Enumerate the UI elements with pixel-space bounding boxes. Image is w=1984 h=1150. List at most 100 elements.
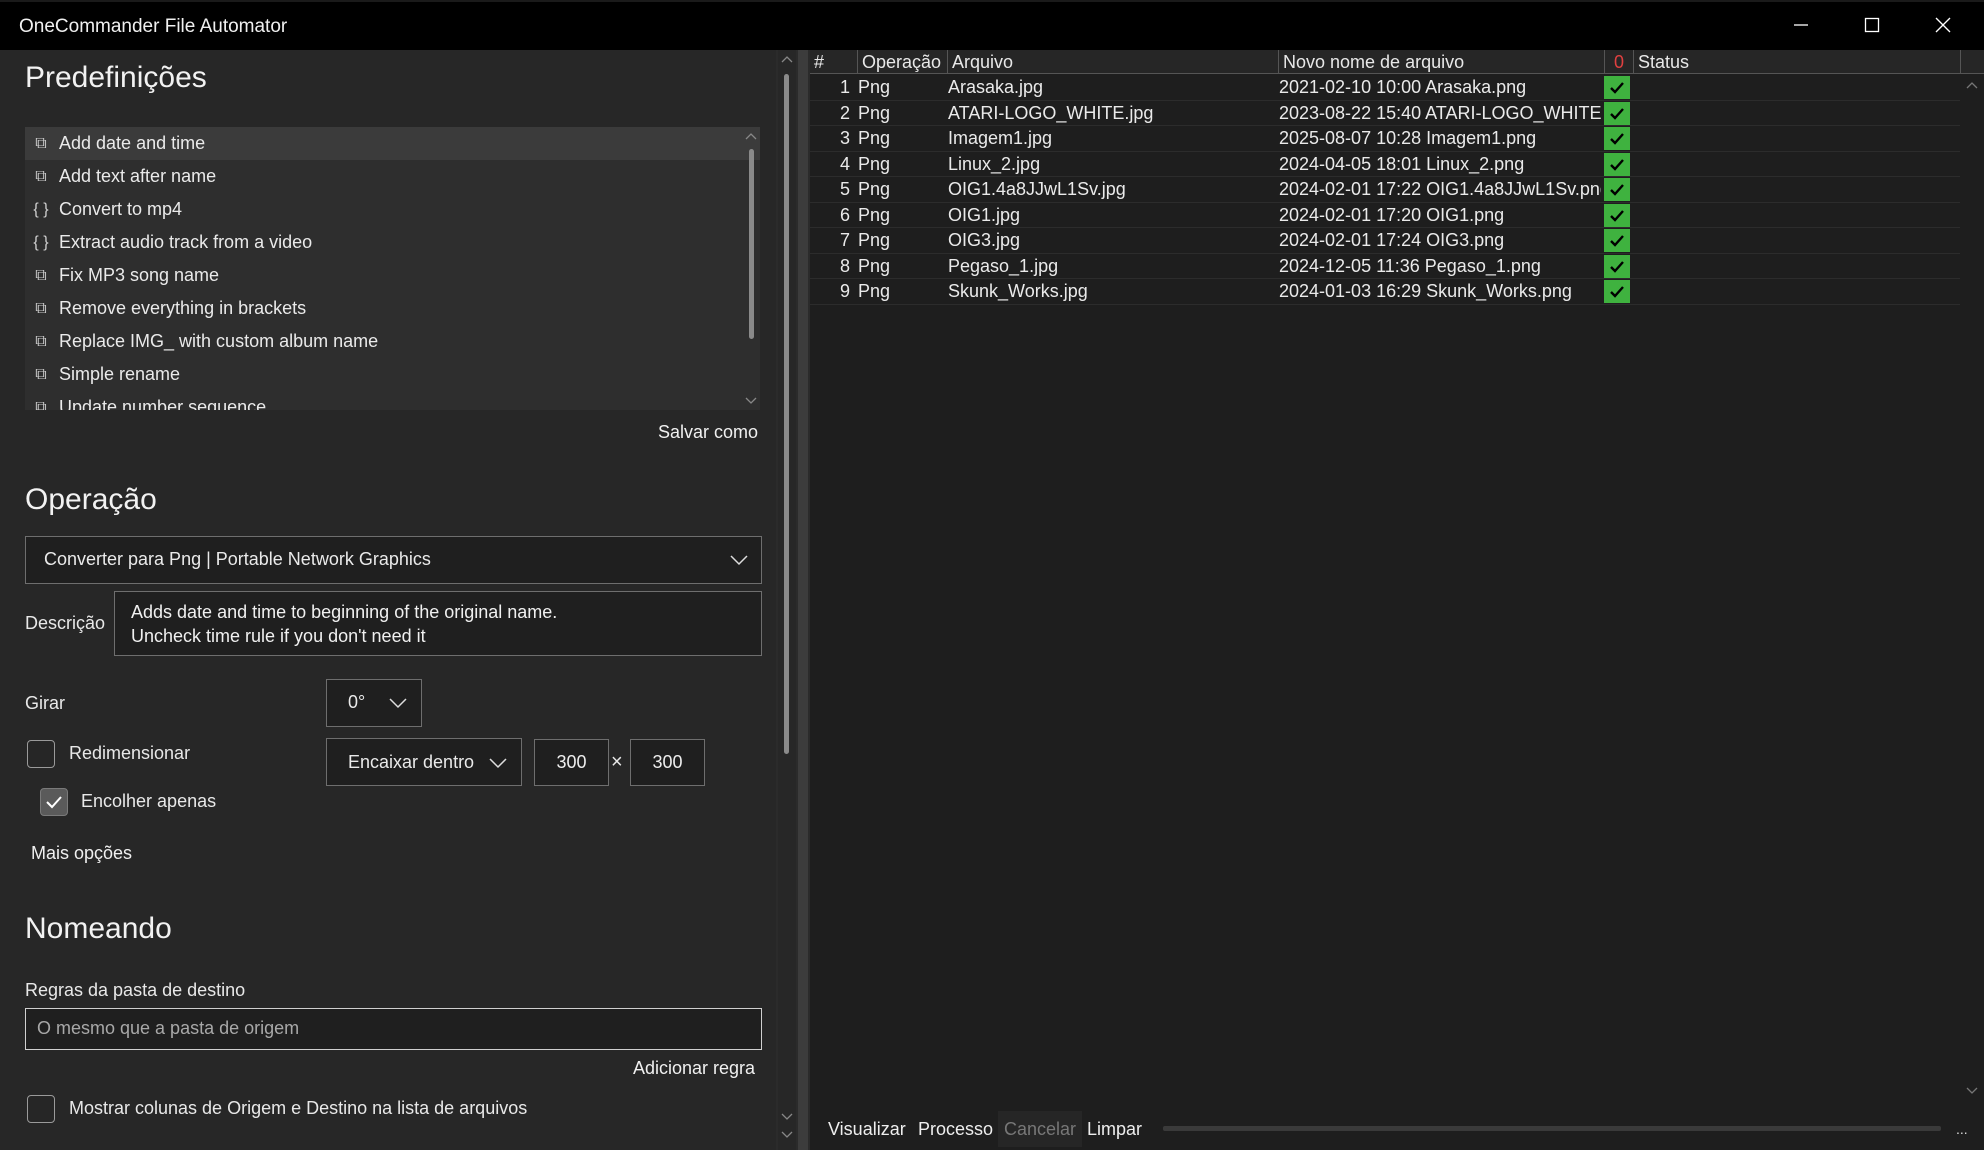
table-row[interactable]: 4 Png Linux_2.jpg 2024-04-05 18:01 Linux_2.… <box>810 152 1960 177</box>
dest-folder-input[interactable]: O mesmo que a pasta de origem <box>25 1008 762 1050</box>
status-ok-badge <box>1604 101 1630 125</box>
scroll-up-icon[interactable] <box>745 131 757 141</box>
row-number: 7 <box>839 230 850 250</box>
table-row[interactable]: 5 Png OIG1.4a8JJwL1Sv.jpg 2024-02-01 17:22 … <box>810 177 1960 203</box>
close-icon <box>1935 17 1950 33</box>
preset-item[interactable]: ⧉ Replace IMG_ with custom album name <box>25 325 760 358</box>
height-input[interactable]: 300 <box>630 739 705 786</box>
preview-button[interactable]: Visualizar <box>822 1111 912 1147</box>
table-row[interactable]: 1 Png Arasaka.jpg 2021-02-10 10:00 Arasaka.… <box>810 75 1960 101</box>
settings-scrollbar[interactable] <box>778 50 796 1150</box>
row-file-name: OIG1.4a8JJwL1Sv.jpg <box>948 179 1126 199</box>
table-row[interactable]: 7 Png OIG3.jpg 2024-02-01 17:24 OIG3.png <box>810 228 1960 254</box>
row-file-name: OIG3.jpg <box>948 230 1021 250</box>
status-ok-badge <box>1604 127 1630 150</box>
preset-label: Add date and time <box>59 133 206 153</box>
save-as-button[interactable]: Salvar como <box>658 422 758 443</box>
status-ok-badge <box>1604 254 1630 278</box>
more-button[interactable]: ... <box>1950 1111 1974 1147</box>
presets-scrollbar-thumb[interactable] <box>749 149 754 339</box>
rotate-label: Girar <box>25 693 65 713</box>
clear-button[interactable]: Limpar <box>1081 1111 1148 1147</box>
scroll-up-icon[interactable] <box>781 54 793 64</box>
row-new-name: 2024-04-05 18:01 Linux_2.png <box>1279 153 1525 174</box>
settings-scrollbar-thumb[interactable] <box>784 74 789 754</box>
scroll-down-icon[interactable] <box>781 1130 793 1140</box>
shrink-only-checkbox[interactable] <box>40 788 68 816</box>
more-options-button[interactable]: Mais opções <box>31 843 132 864</box>
description-box: Adds date and time to beginning of the o… <box>114 591 762 656</box>
operation-select-value: Converter para Png | Portable Network Gr… <box>44 549 431 569</box>
table-row[interactable]: 6 Png OIG1.jpg 2024-02-01 17:20 OIG1.png <box>810 203 1960 228</box>
row-new-name: 2024-01-03 16:29 Skunk_Works.png <box>1279 281 1572 301</box>
scroll-down-icon[interactable] <box>781 1112 793 1122</box>
rename-icon: ⧉ <box>35 332 47 350</box>
status-ok-badge <box>1604 280 1630 303</box>
process-button[interactable]: Processo <box>912 1111 999 1147</box>
checkmark-icon <box>1610 82 1624 94</box>
show-columns-checkbox[interactable] <box>27 1095 55 1123</box>
description-line-2: Uncheck time rule if you don't need it <box>131 626 426 646</box>
window-title: OneCommander File Automator <box>19 16 288 37</box>
rename-icon: ⧉ <box>35 266 47 284</box>
preset-item[interactable]: ⧉ Remove everything in brackets <box>25 292 760 325</box>
scroll-up-icon[interactable] <box>1966 80 1978 90</box>
preset-item[interactable]: ⧉ Fix MP3 song name <box>25 259 760 292</box>
table-row[interactable]: 8 Png Pegaso_1.jpg 2024-12-05 11:36 Pegaso_… <box>810 254 1960 279</box>
fit-mode-select[interactable]: Encaixar dentro <box>326 738 522 786</box>
row-number: 9 <box>839 281 850 301</box>
preset-item[interactable]: ⧉ Add date and time <box>25 127 760 160</box>
show-columns-label: Mostrar colunas de Origem e Destino na l… <box>69 1098 528 1118</box>
resize-checkbox[interactable] <box>27 740 55 768</box>
header-error-count[interactable]: 0 <box>1604 50 1633 74</box>
preset-item[interactable]: ⧉ Add text after name <box>25 160 760 193</box>
row-operation: Png <box>858 255 891 276</box>
width-input[interactable]: 300 <box>534 739 609 786</box>
progress-bar <box>1163 1126 1941 1131</box>
rotate-select[interactable]: 0° <box>326 679 422 727</box>
resize-label: Redimensionar <box>69 743 191 763</box>
header-new-name[interactable]: Novo nome de arquivo <box>1278 50 1604 74</box>
header-status[interactable]: Status <box>1633 50 1960 74</box>
preset-item[interactable]: ⧉ Update number sequence <box>25 391 760 410</box>
scroll-down-icon[interactable] <box>1966 1086 1978 1096</box>
preset-item[interactable]: { } Convert to mp4 <box>25 193 760 226</box>
cancel-button[interactable]: Cancelar <box>998 1111 1083 1147</box>
row-operation: Png <box>858 204 891 225</box>
rename-icon: ⧉ <box>35 134 47 152</box>
maximize-button[interactable] <box>1836 2 1907 48</box>
panel-splitter[interactable] <box>798 50 808 1150</box>
operation-select[interactable]: Converter para Png | Portable Network Gr… <box>25 536 762 584</box>
braces-icon: { } <box>33 200 49 218</box>
description-label: Descrição <box>25 613 106 633</box>
row-file-name: OIG1.jpg <box>948 204 1021 225</box>
presets-list[interactable]: ⧉ Add date and time ⧉ Add text after name { … <box>25 127 760 410</box>
header-num[interactable]: # <box>810 50 857 74</box>
status-ok-badge <box>1604 178 1630 201</box>
add-rule-button[interactable]: Adicionar regra <box>633 1058 755 1079</box>
minimize-icon <box>1793 24 1808 26</box>
chevron-down-icon <box>489 758 507 769</box>
rotate-select-value: 0° <box>348 692 366 712</box>
close-button[interactable] <box>1907 2 1978 48</box>
preset-item[interactable]: { } Extract audio track from a video <box>25 226 760 259</box>
header-file[interactable]: Arquivo <box>947 50 1278 74</box>
operation-heading: Operação <box>25 483 157 516</box>
table-row[interactable]: 3 Png Imagem1.jpg 2025-08-07 10:28 Imagem1.… <box>810 126 1960 152</box>
row-number: 2 <box>839 102 850 123</box>
table-row[interactable]: 2 Png ATARI-LOGO_WHITE.jpg 2023-08-22 15:40… <box>810 101 1960 126</box>
header-operation[interactable]: Operação <box>857 50 947 74</box>
maximize-icon <box>1864 17 1879 33</box>
table-row[interactable]: 9 Png Skunk_Works.jpg 2024-01-03 16:29 Skun… <box>810 279 1960 305</box>
row-new-name: 2025-08-07 10:28 Imagem1.png <box>1279 128 1537 148</box>
scroll-down-icon[interactable] <box>745 396 757 406</box>
status-ok-badge <box>1604 203 1630 227</box>
rename-icon: ⧉ <box>35 365 47 383</box>
description-line-1: Adds date and time to beginning of the o… <box>131 602 558 622</box>
row-operation: Png <box>858 281 891 301</box>
row-operation: Png <box>858 128 891 148</box>
minimize-button[interactable] <box>1765 2 1836 48</box>
preset-item[interactable]: ⧉ Simple rename <box>25 358 760 391</box>
checkmark-icon <box>1610 107 1624 120</box>
braces-icon: { } <box>33 233 49 251</box>
